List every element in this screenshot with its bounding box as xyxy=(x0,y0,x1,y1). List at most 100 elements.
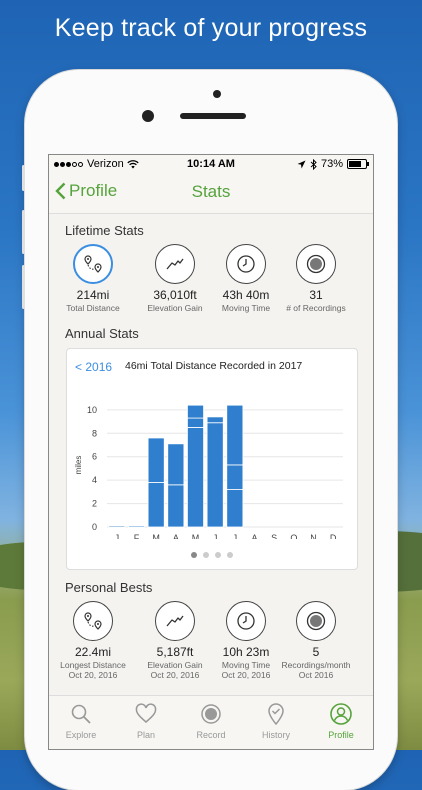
bluetooth-icon xyxy=(310,158,317,170)
bar-segment xyxy=(108,525,126,528)
y-tick-label: 2 xyxy=(92,499,97,509)
stat-label: Elevation Gain xyxy=(147,303,203,313)
stat-label: Total Distance xyxy=(66,303,120,313)
lifetime-stats-heading: Lifetime Stats xyxy=(65,223,144,238)
best-recordings-per-month[interactable]: 5 Recordings/month Oct 2016 xyxy=(276,601,356,680)
clock-icon xyxy=(226,601,266,641)
bar-segment xyxy=(226,464,244,490)
best-moving-time[interactable]: 10h 23m Moving Time Oct 20, 2016 xyxy=(206,601,286,680)
x-tick-label: A xyxy=(173,533,179,539)
promo-headline: Keep track of your progress xyxy=(54,14,368,42)
x-tick-label: M xyxy=(152,533,160,539)
best-longest-distance[interactable]: 22.4mi Longest Distance Oct 20, 2016 xyxy=(53,601,133,680)
clock-icon xyxy=(226,244,266,284)
annual-stats-heading: Annual Stats xyxy=(65,326,139,341)
stat-label: Longest Distance xyxy=(60,660,126,670)
bar-segment xyxy=(147,482,165,528)
page-dot xyxy=(227,552,233,558)
tab-label: Record xyxy=(196,730,226,740)
x-tick-label: N xyxy=(310,533,317,539)
tab-bar: Explore Plan Record History Profile xyxy=(49,695,373,749)
earpiece-speaker xyxy=(180,113,246,119)
x-tick-label: A xyxy=(251,533,257,539)
bar-segment xyxy=(187,404,204,419)
y-axis-label: miles xyxy=(74,456,83,475)
tab-label: Explore xyxy=(65,730,97,740)
elevation-icon xyxy=(155,601,195,641)
bar-segment xyxy=(167,484,185,528)
stat-label: Elevation Gain xyxy=(147,660,203,670)
stat-value: 22.4mi xyxy=(74,645,112,659)
x-tick-label: M xyxy=(192,533,200,539)
stat-date: Oct 20, 2016 xyxy=(150,670,200,680)
bar-segment xyxy=(226,404,244,466)
heart-icon xyxy=(135,703,157,723)
y-tick-label: 10 xyxy=(87,405,97,415)
x-tick-label: D xyxy=(330,533,337,539)
page-dot xyxy=(215,552,221,558)
page-title: Stats xyxy=(191,182,231,201)
location-arrow-icon xyxy=(297,160,306,168)
stat-value: 36,010ft xyxy=(153,288,197,302)
route-icon xyxy=(73,244,113,284)
bar-segment xyxy=(187,417,204,428)
y-tick-label: 0 xyxy=(92,522,97,532)
proximity-sensor xyxy=(142,110,154,122)
tab-plan[interactable]: Plan xyxy=(114,702,178,740)
stat-value: 214mi xyxy=(76,288,110,302)
tab-profile[interactable]: Profile xyxy=(309,702,373,740)
lifetime-recordings[interactable]: 31 # of Recordings xyxy=(276,244,356,313)
battery-percent: 73% xyxy=(320,158,343,170)
lifetime-moving-time[interactable]: 43h 40m Moving Time xyxy=(206,244,286,313)
lifetime-elevation-gain[interactable]: 36,010ft Elevation Gain xyxy=(135,244,215,313)
search-icon xyxy=(71,704,91,724)
stat-value: 10h 23m xyxy=(222,645,270,659)
checkmark-pin-icon xyxy=(268,703,284,726)
y-tick-label: 6 xyxy=(92,452,97,462)
x-tick-label: J xyxy=(115,533,120,539)
annual-chart-card: < 2016 46mi Total Distance Recorded in 2… xyxy=(66,348,358,570)
stat-date: Oct 20, 2016 xyxy=(68,670,118,680)
tab-explore[interactable]: Explore xyxy=(49,702,113,740)
x-tick-label: J xyxy=(233,533,238,539)
bar-segment xyxy=(128,525,145,528)
page-dot xyxy=(203,552,209,558)
x-tick-label: J xyxy=(213,533,218,539)
tab-label: Profile xyxy=(328,730,354,740)
stat-date: Oct 2016 xyxy=(298,670,334,680)
stat-value: 43h 40m xyxy=(222,288,270,302)
tab-label: Plan xyxy=(136,730,155,740)
bar-segment xyxy=(206,422,224,528)
page-indicator[interactable] xyxy=(67,545,357,563)
volume-up-button xyxy=(22,210,25,254)
x-tick-label: F xyxy=(134,533,140,539)
x-tick-label: S xyxy=(271,533,277,539)
elevation-icon xyxy=(155,244,195,284)
x-tick-label: O xyxy=(290,533,297,539)
tab-history[interactable]: History xyxy=(244,702,308,740)
bar-segment xyxy=(187,427,204,528)
navigation-bar: Profile Stats xyxy=(49,173,373,214)
bar-segment xyxy=(226,489,244,528)
best-elevation-gain[interactable]: 5,187ft Elevation Gain Oct 20, 2016 xyxy=(135,601,215,680)
stat-value: 5 xyxy=(312,645,320,659)
lifetime-total-distance[interactable]: 214mi Total Distance xyxy=(53,244,133,313)
record-icon xyxy=(296,601,336,641)
mute-switch xyxy=(22,165,25,191)
volume-down-button xyxy=(22,265,25,309)
stat-label: Recordings/month xyxy=(281,660,351,670)
stat-label: Moving Time xyxy=(221,660,271,670)
profile-icon xyxy=(330,703,352,725)
stat-label: Moving Time xyxy=(221,303,271,313)
tab-label: History xyxy=(261,730,290,740)
record-icon xyxy=(201,704,221,724)
tab-record[interactable]: Record xyxy=(179,702,243,740)
front-camera xyxy=(213,90,221,98)
y-tick-label: 8 xyxy=(92,428,97,438)
stat-label: # of Recordings xyxy=(286,303,346,313)
bar-segment xyxy=(147,437,165,483)
bar-segment xyxy=(167,443,185,486)
route-icon xyxy=(73,601,113,641)
annual-distance-bar-chart: 0 2 4 6 8 10 miles J F M A M J J A S O N D xyxy=(74,404,343,539)
bar-segment xyxy=(206,416,224,424)
